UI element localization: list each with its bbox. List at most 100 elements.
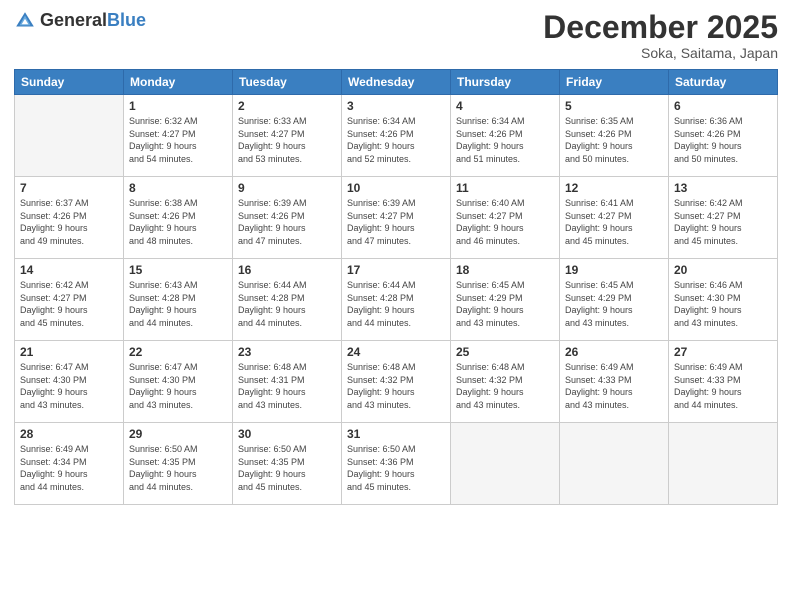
day-info: Sunrise: 6:36 AM Sunset: 4:26 PM Dayligh… [674,115,772,165]
week-row-1: 1 Sunrise: 6:32 AM Sunset: 4:27 PM Daylig… [15,95,778,177]
day-info: Sunrise: 6:48 AM Sunset: 4:32 PM Dayligh… [456,361,554,411]
day-info: Sunrise: 6:34 AM Sunset: 4:26 PM Dayligh… [347,115,445,165]
day-number: 20 [674,263,772,277]
day-info: Sunrise: 6:48 AM Sunset: 4:31 PM Dayligh… [238,361,336,411]
logo-text-blue: Blue [107,10,146,30]
day-info: Sunrise: 6:45 AM Sunset: 4:29 PM Dayligh… [456,279,554,329]
day-number: 9 [238,181,336,195]
calendar-cell: 1 Sunrise: 6:32 AM Sunset: 4:27 PM Daylig… [124,95,233,177]
day-info: Sunrise: 6:44 AM Sunset: 4:28 PM Dayligh… [347,279,445,329]
day-number: 7 [20,181,118,195]
logo-text-general: General [40,10,107,30]
calendar-cell: 27 Sunrise: 6:49 AM Sunset: 4:33 PM Dayli… [669,341,778,423]
calendar-cell: 26Sunrise: 6:49 AM Sunset: 4:33 PM Dayli… [560,341,669,423]
day-info: Sunrise: 6:39 AM Sunset: 4:27 PM Dayligh… [347,197,445,247]
day-number: 13 [674,181,772,195]
calendar-cell [669,423,778,505]
day-number: 18 [456,263,554,277]
day-info: Sunrise: 6:45 AM Sunset: 4:29 PM Dayligh… [565,279,663,329]
calendar-cell: 12Sunrise: 6:41 AM Sunset: 4:27 PM Dayli… [560,177,669,259]
day-number: 6 [674,99,772,113]
day-number: 19 [565,263,663,277]
day-info: Sunrise: 6:46 AM Sunset: 4:30 PM Dayligh… [674,279,772,329]
day-number: 3 [347,99,445,113]
calendar-cell: 17 Sunrise: 6:44 AM Sunset: 4:28 PM Dayli… [342,259,451,341]
day-number: 31 [347,427,445,441]
calendar-cell [451,423,560,505]
calendar-cell [560,423,669,505]
day-number: 25 [456,345,554,359]
title-block: December 2025 Soka, Saitama, Japan [543,10,778,61]
day-number: 10 [347,181,445,195]
column-header-saturday: Saturday [669,70,778,95]
day-info: Sunrise: 6:33 AM Sunset: 4:27 PM Dayligh… [238,115,336,165]
calendar-cell: 28 Sunrise: 6:49 AM Sunset: 4:34 PM Dayli… [15,423,124,505]
calendar-cell: 10 Sunrise: 6:39 AM Sunset: 4:27 PM Dayli… [342,177,451,259]
day-info: Sunrise: 6:40 AM Sunset: 4:27 PM Dayligh… [456,197,554,247]
calendar-cell: 2 Sunrise: 6:33 AM Sunset: 4:27 PM Daylig… [233,95,342,177]
day-info: Sunrise: 6:39 AM Sunset: 4:26 PM Dayligh… [238,197,336,247]
day-info: Sunrise: 6:43 AM Sunset: 4:28 PM Dayligh… [129,279,227,329]
day-info: Sunrise: 6:49 AM Sunset: 4:34 PM Dayligh… [20,443,118,493]
day-number: 28 [20,427,118,441]
column-header-thursday: Thursday [451,70,560,95]
calendar-cell: 25 Sunrise: 6:48 AM Sunset: 4:32 PM Dayli… [451,341,560,423]
calendar-cell: 15 Sunrise: 6:43 AM Sunset: 4:28 PM Dayli… [124,259,233,341]
day-number: 5 [565,99,663,113]
column-header-monday: Monday [124,70,233,95]
column-header-sunday: Sunday [15,70,124,95]
day-number: 14 [20,263,118,277]
calendar-cell: 20 Sunrise: 6:46 AM Sunset: 4:30 PM Dayli… [669,259,778,341]
week-row-5: 28 Sunrise: 6:49 AM Sunset: 4:34 PM Dayli… [15,423,778,505]
calendar-cell: 31 Sunrise: 6:50 AM Sunset: 4:36 PM Dayli… [342,423,451,505]
column-header-tuesday: Tuesday [233,70,342,95]
month-title: December 2025 [543,10,778,45]
day-info: Sunrise: 6:47 AM Sunset: 4:30 PM Dayligh… [129,361,227,411]
day-number: 22 [129,345,227,359]
day-number: 11 [456,181,554,195]
calendar-cell: 5 Sunrise: 6:35 AM Sunset: 4:26 PM Daylig… [560,95,669,177]
calendar-cell: 24Sunrise: 6:48 AM Sunset: 4:32 PM Dayli… [342,341,451,423]
calendar-cell: 30 Sunrise: 6:50 AM Sunset: 4:35 PM Dayli… [233,423,342,505]
day-info: Sunrise: 6:42 AM Sunset: 4:27 PM Dayligh… [674,197,772,247]
day-info: Sunrise: 6:50 AM Sunset: 4:35 PM Dayligh… [129,443,227,493]
calendar-cell: 13 Sunrise: 6:42 AM Sunset: 4:27 PM Dayli… [669,177,778,259]
day-number: 30 [238,427,336,441]
day-number: 8 [129,181,227,195]
calendar-cell: 23 Sunrise: 6:48 AM Sunset: 4:31 PM Dayli… [233,341,342,423]
day-number: 17 [347,263,445,277]
day-info: Sunrise: 6:48 AM Sunset: 4:32 PM Dayligh… [347,361,445,411]
day-number: 16 [238,263,336,277]
day-number: 29 [129,427,227,441]
calendar-cell: 3 Sunrise: 6:34 AM Sunset: 4:26 PM Daylig… [342,95,451,177]
day-info: Sunrise: 6:37 AM Sunset: 4:26 PM Dayligh… [20,197,118,247]
calendar-cell: 11 Sunrise: 6:40 AM Sunset: 4:27 PM Dayli… [451,177,560,259]
column-header-wednesday: Wednesday [342,70,451,95]
day-info: Sunrise: 6:35 AM Sunset: 4:26 PM Dayligh… [565,115,663,165]
day-info: Sunrise: 6:50 AM Sunset: 4:35 PM Dayligh… [238,443,336,493]
day-number: 27 [674,345,772,359]
day-number: 23 [238,345,336,359]
calendar-cell: 14 Sunrise: 6:42 AM Sunset: 4:27 PM Dayli… [15,259,124,341]
day-number: 15 [129,263,227,277]
calendar-cell [15,95,124,177]
logo-icon [14,10,36,32]
day-info: Sunrise: 6:50 AM Sunset: 4:36 PM Dayligh… [347,443,445,493]
day-number: 4 [456,99,554,113]
week-row-3: 14 Sunrise: 6:42 AM Sunset: 4:27 PM Dayli… [15,259,778,341]
week-row-2: 7 Sunrise: 6:37 AM Sunset: 4:26 PM Daylig… [15,177,778,259]
day-number: 26 [565,345,663,359]
week-row-4: 21 Sunrise: 6:47 AM Sunset: 4:30 PM Dayli… [15,341,778,423]
day-info: Sunrise: 6:47 AM Sunset: 4:30 PM Dayligh… [20,361,118,411]
column-header-friday: Friday [560,70,669,95]
calendar-cell: 7 Sunrise: 6:37 AM Sunset: 4:26 PM Daylig… [15,177,124,259]
day-number: 2 [238,99,336,113]
day-number: 1 [129,99,227,113]
day-info: Sunrise: 6:32 AM Sunset: 4:27 PM Dayligh… [129,115,227,165]
day-number: 21 [20,345,118,359]
page-header: GeneralBlue December 2025 Soka, Saitama,… [14,10,778,61]
day-info: Sunrise: 6:49 AM Sunset: 4:33 PM Dayligh… [674,361,772,411]
calendar-cell: 16Sunrise: 6:44 AM Sunset: 4:28 PM Dayli… [233,259,342,341]
day-info: Sunrise: 6:42 AM Sunset: 4:27 PM Dayligh… [20,279,118,329]
calendar-cell: 9 Sunrise: 6:39 AM Sunset: 4:26 PM Daylig… [233,177,342,259]
